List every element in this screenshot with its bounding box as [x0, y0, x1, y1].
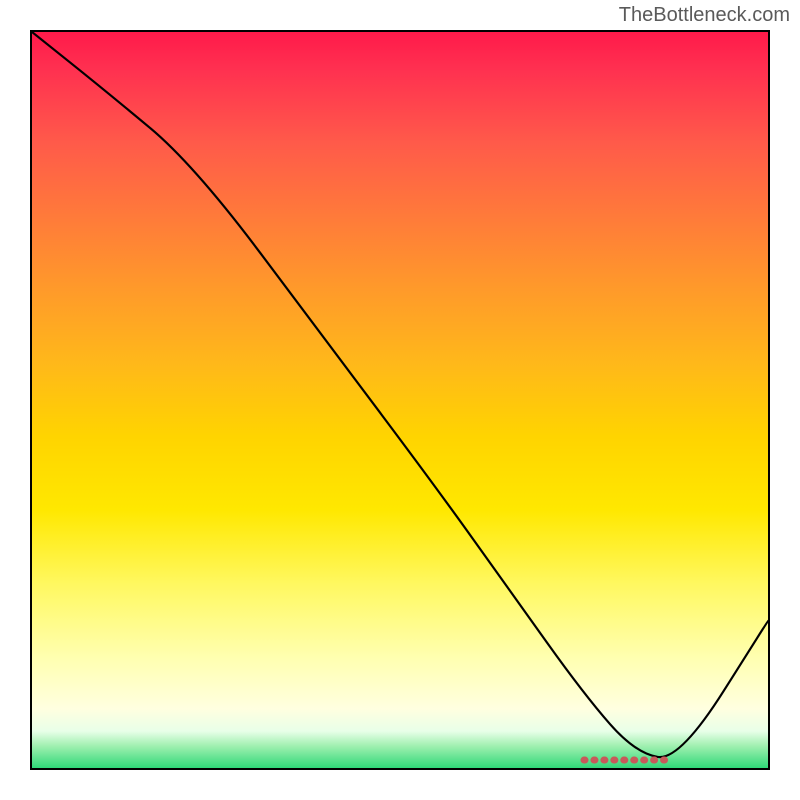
bottleneck-curve: [32, 32, 768, 757]
chart-plot-area: [30, 30, 770, 770]
chart-svg: [32, 32, 768, 768]
watermark-text: TheBottleneck.com: [619, 4, 790, 27]
